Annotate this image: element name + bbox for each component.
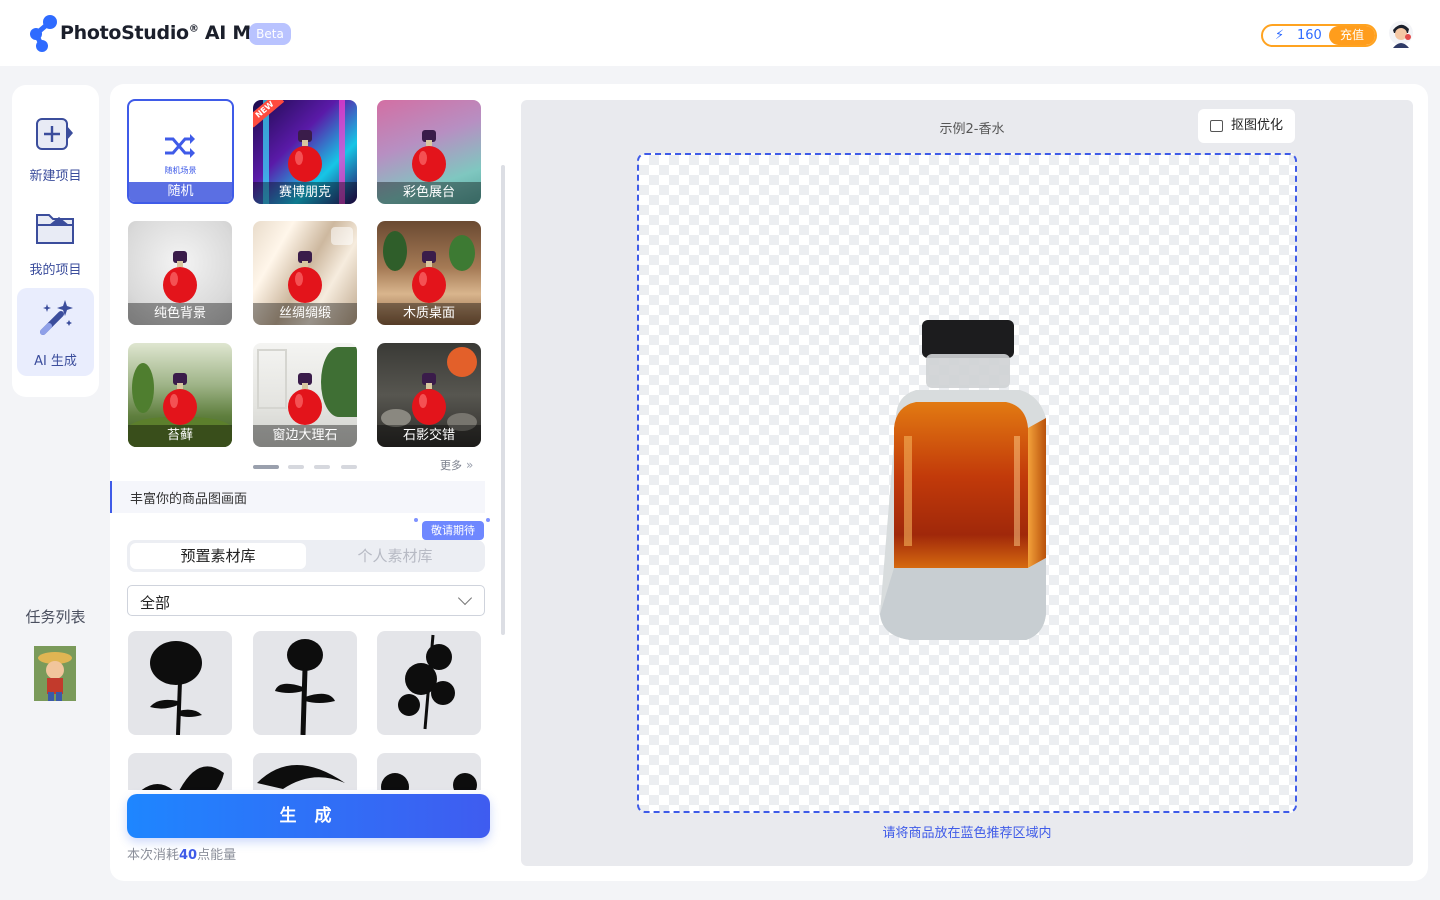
scene-cyberpunk[interactable]: NEW 赛博朋克 [253, 100, 357, 204]
energy-cost: 本次消耗40点能量 [127, 848, 237, 863]
image-icon [331, 227, 353, 245]
scene-label: 随机 [129, 182, 232, 202]
scene-label: 纯色背景 [128, 303, 232, 325]
task-thumbnail-image [34, 646, 76, 701]
left-nav: 新建项目 我的项目 AI 生成 [12, 85, 99, 397]
material-item[interactable] [128, 631, 232, 735]
palm-silhouette-image [257, 765, 345, 789]
lightning-icon: ⚡ [1275, 28, 1285, 43]
nav-new-project[interactable]: 新建项目 [17, 103, 94, 191]
scrollbar[interactable] [501, 165, 505, 635]
page-dot[interactable] [253, 465, 279, 469]
sparkle-dot [486, 518, 490, 522]
plant-silhouette-image [381, 773, 477, 790]
material-grid [127, 630, 485, 790]
perfume-bottle-image [412, 130, 446, 182]
scene-random[interactable]: 随机场景 随机 [127, 99, 234, 204]
scene-label: 赛博朋克 [253, 182, 357, 204]
sparkle-dot [414, 518, 418, 522]
library-tabs: 预置素材库 个人素材库 [127, 540, 485, 572]
topup-button[interactable]: 充值 [1329, 26, 1375, 45]
perfume-bottle-image [412, 373, 446, 425]
page-dot[interactable] [288, 465, 304, 469]
perfume-bottle-image [412, 251, 446, 303]
scene-label: 彩色展台 [377, 182, 481, 204]
task-thumbnail[interactable] [34, 646, 76, 701]
perfume-bottle-image [288, 251, 322, 303]
beta-badge: Beta [249, 23, 291, 45]
nav-ai-generate[interactable]: AI 生成 [17, 288, 94, 376]
material-item[interactable] [377, 631, 481, 735]
tab-preset-library[interactable]: 预置素材库 [130, 543, 306, 569]
flower-silhouette-image [150, 641, 202, 735]
task-list-title: 任务列表 [25, 608, 86, 626]
perfume-bottle-image [163, 251, 197, 303]
description-input[interactable]: 丰富你的商品图画面 [110, 481, 485, 513]
material-item[interactable] [128, 753, 232, 790]
nav-label: 我的项目 [29, 263, 82, 278]
rose-silhouette-image [275, 639, 335, 735]
nav-label: AI 生成 [34, 354, 77, 369]
more-scenes-link[interactable]: 更多 » [440, 457, 473, 473]
scene-stone-shadows[interactable]: 石影交错 [377, 343, 481, 447]
shuffle-icon [165, 134, 195, 158]
generate-button[interactable]: 生 成 [127, 794, 490, 838]
material-item[interactable] [253, 753, 357, 790]
user-avatar[interactable] [1388, 20, 1414, 48]
page-dot[interactable] [314, 465, 330, 469]
material-item[interactable] [377, 753, 481, 790]
nav-my-projects[interactable]: 我的项目 [17, 197, 94, 285]
nav-label: 新建项目 [29, 169, 82, 184]
folder-icon [36, 214, 74, 244]
magic-wand-icon [40, 300, 73, 335]
energy-credits[interactable]: ⚡ 160 充值 [1261, 24, 1377, 47]
scene-label: 石影交错 [377, 425, 481, 447]
scene-wooden-table[interactable]: 木质桌面 [377, 221, 481, 325]
description-placeholder: 丰富你的商品图画面 [130, 492, 248, 507]
scene-label: 丝绸绸缎 [253, 303, 357, 325]
double-chevron-right-icon: » [466, 458, 474, 472]
tab-personal-library[interactable]: 个人素材库 [307, 543, 483, 569]
new-project-icon [36, 118, 73, 150]
scene-silk[interactable]: 丝绸绸缎 [253, 221, 357, 325]
perfume-bottle-image [288, 130, 322, 182]
placement-hint: 请将商品放在蓝色推荐区域内 [882, 826, 1052, 841]
top-header: PhotoStudio® AI MC Beta ⚡ 160 充值 [0, 0, 1440, 66]
orchid-silhouette-image [398, 634, 455, 730]
matting-optimize-button[interactable]: 抠图优化 [1198, 109, 1295, 143]
matting-label: 抠图优化 [1231, 118, 1284, 133]
scene-label: 窗边大理石 [253, 425, 357, 447]
scene-colorful-stage[interactable]: 彩色展台 [377, 100, 481, 204]
select-value: 全部 [140, 594, 171, 612]
leaf-silhouette-image [141, 766, 224, 790]
scene-label: 木质桌面 [377, 303, 481, 325]
perfume-bottle-image [288, 373, 322, 425]
credit-count: 160 [1297, 28, 1322, 43]
coming-soon-badge: 敬请期待 [422, 521, 484, 540]
more-label: 更多 [440, 459, 462, 472]
edit-icon [1210, 120, 1223, 132]
material-item[interactable] [253, 631, 357, 735]
perfume-bottle-image [163, 373, 197, 425]
scene-window-marble[interactable]: 窗边大理石 [253, 343, 357, 447]
scene-label: 苔藓 [128, 425, 232, 447]
scene-moss[interactable]: 苔藓 [128, 343, 232, 447]
app-title: PhotoStudio® AI MC [60, 22, 265, 44]
category-select[interactable]: 全部 [127, 585, 485, 616]
logo-icon [30, 15, 57, 52]
scene-solid-background[interactable]: 纯色背景 [128, 221, 232, 325]
chevron-down-icon [457, 590, 473, 606]
page-dot[interactable] [341, 465, 357, 469]
scene-random-sub: 随机场景 [164, 166, 197, 175]
perfume-bottle-product[interactable] [876, 318, 1058, 648]
